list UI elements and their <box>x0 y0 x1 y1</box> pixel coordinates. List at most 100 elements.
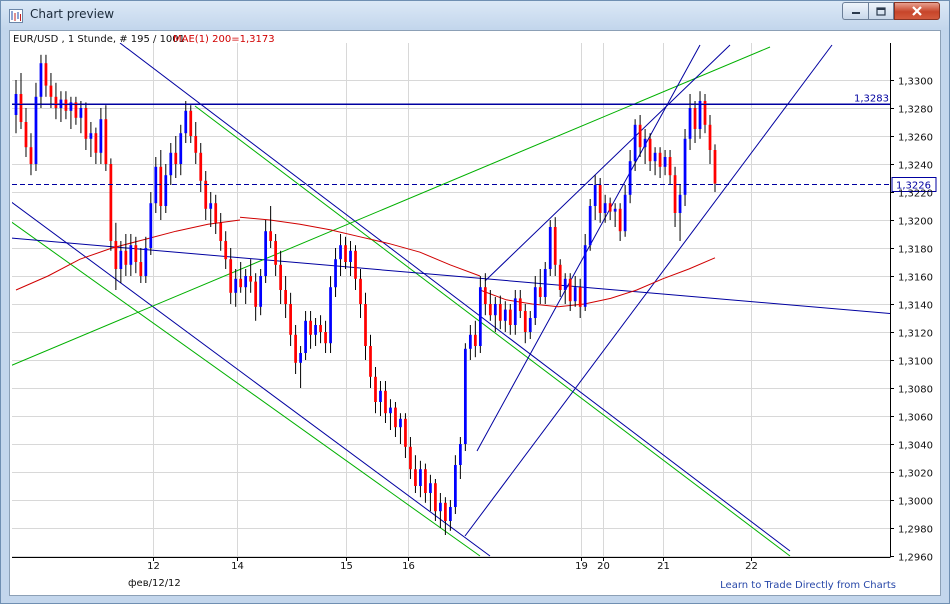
candle-body <box>503 309 507 321</box>
candle-body <box>364 304 367 346</box>
candle-body <box>179 133 183 164</box>
candle-body <box>414 469 417 486</box>
candle-body <box>488 304 492 316</box>
candle-body <box>394 407 397 428</box>
candle-body <box>444 502 447 521</box>
candle-body <box>49 85 53 97</box>
candle-body <box>678 194 682 213</box>
candle-body <box>533 287 537 318</box>
y-tick-label: 1,2980 <box>898 525 933 536</box>
candle-body <box>449 507 452 521</box>
candle-body <box>299 353 302 363</box>
y-tick-label: 1,3100 <box>898 357 933 368</box>
candle-body <box>274 241 278 265</box>
y-tick-label: 1,3240 <box>898 161 933 172</box>
candle-body <box>79 108 83 118</box>
y-tick-label: 1,3120 <box>898 329 933 340</box>
x-tick-label: 22 <box>745 561 758 572</box>
x-tick-label: 19 <box>575 561 588 572</box>
window-title: Chart preview <box>30 7 115 21</box>
candle-body <box>19 94 23 122</box>
y-tick-label: 1,3020 <box>898 469 933 480</box>
candle-body <box>439 502 442 512</box>
candle-body <box>618 208 622 232</box>
candle-body <box>643 138 647 148</box>
candle-body <box>713 150 717 184</box>
candle-body <box>658 152 662 167</box>
candle-body <box>54 96 58 108</box>
candle-body <box>189 110 193 136</box>
close-icon <box>912 6 922 16</box>
candle-body <box>324 332 327 344</box>
y-tick-label: 1,3060 <box>898 413 933 424</box>
chart-preview-window: Chart preview 1,3283 1,3226 1,3300 1,3280 1… <box>0 0 950 604</box>
candle-body <box>359 278 362 304</box>
candle-body <box>139 262 143 276</box>
indicator-label: MAE(1) 200=1,3173 <box>173 34 275 45</box>
candle-body <box>24 122 28 148</box>
x-tick-label: 16 <box>402 561 415 572</box>
candle-body <box>638 124 642 148</box>
candle-body <box>99 119 103 153</box>
candle-body <box>369 346 372 377</box>
candle-body <box>134 245 138 262</box>
minimize-icon <box>851 12 860 14</box>
candle-body <box>548 227 552 269</box>
candle-body <box>69 102 73 111</box>
candle-body <box>508 309 512 325</box>
candle-body <box>613 208 617 212</box>
candle-body <box>269 231 273 241</box>
minimize-button[interactable] <box>842 2 868 20</box>
candle-body <box>543 269 547 297</box>
candle-body <box>478 287 482 346</box>
candle-body <box>558 264 562 290</box>
candle-body <box>568 278 572 302</box>
candle-body <box>374 376 377 402</box>
candle-body <box>144 248 148 276</box>
candle-body <box>389 407 392 414</box>
candle-body <box>453 465 457 507</box>
x-tick-label: 21 <box>657 561 670 572</box>
candle-body <box>518 298 522 311</box>
candle-body <box>89 133 93 139</box>
candle-body <box>124 250 128 265</box>
candle-body <box>593 185 597 206</box>
candle-body <box>688 108 692 139</box>
candle-body <box>603 203 607 213</box>
candle-body <box>234 278 238 293</box>
x-tick-label: 12 <box>147 561 160 572</box>
candle-body <box>114 241 118 269</box>
candle-body <box>493 304 497 316</box>
learn-to-trade-link[interactable]: Learn to Trade Directly from Charts <box>720 580 896 591</box>
candle-body <box>84 108 88 139</box>
candle-body <box>523 311 527 332</box>
title-bar[interactable]: Chart preview <box>1 1 949 29</box>
candle-body <box>538 287 542 297</box>
candle-body <box>588 206 592 246</box>
candle-body <box>683 138 687 195</box>
x-tick-label: 15 <box>340 561 353 572</box>
y-tick-label: 1,2960 <box>898 553 933 564</box>
candle-body <box>424 469 427 493</box>
candle-body <box>174 152 178 164</box>
candle-body <box>583 245 587 307</box>
chart-area[interactable]: 1,3283 1,3226 1,3300 1,3280 1,3260 1,3240 1,3… <box>9 30 941 596</box>
candle-body <box>354 250 357 279</box>
y-tick-label: 1,3080 <box>898 385 933 396</box>
candle-body <box>429 483 432 493</box>
candle-body <box>314 325 317 335</box>
maximize-button[interactable] <box>868 2 894 20</box>
candle-body <box>693 108 697 129</box>
close-button[interactable] <box>894 2 940 20</box>
candle-body <box>239 278 243 288</box>
candle-body <box>259 276 263 307</box>
candle-body <box>633 124 637 162</box>
y-tick-label: 1,3260 <box>898 133 933 144</box>
candle-body <box>149 203 153 248</box>
candle-body <box>194 136 198 153</box>
candle-body <box>254 281 258 307</box>
candle-body <box>94 133 98 153</box>
candle-body <box>404 418 407 447</box>
candle-body <box>498 304 502 321</box>
candle-body <box>623 194 627 232</box>
